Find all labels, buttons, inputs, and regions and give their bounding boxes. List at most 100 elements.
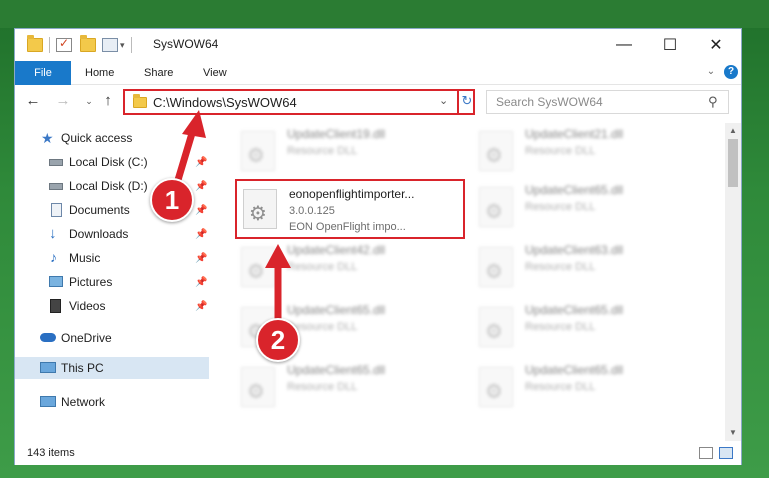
file-type: Resource DLL — [525, 261, 596, 273]
address-path[interactable]: C:\Windows\SysWOW64 — [153, 95, 297, 110]
callout-badge-2: 2 — [256, 318, 300, 362]
downloads-icon: ↓ — [49, 225, 57, 242]
file-item[interactable]: ⚙ UpdateClient65.dll Resource DLL — [473, 359, 703, 419]
file-item[interactable]: ⚙ UpdateClient42.dll Resource DLL — [235, 239, 465, 299]
window-title: SysWOW64 — [153, 37, 219, 51]
file-item[interactable]: ⚙ UpdateClient21.dll Resource DLL — [473, 123, 703, 183]
pin-icon[interactable]: 📌 — [195, 205, 207, 216]
sidebar-item-network[interactable]: Network — [15, 391, 209, 413]
documents-icon — [51, 203, 62, 217]
navigation-pane: ★ Quick access Local Disk (C:) 📌 Local D… — [15, 123, 209, 443]
file-type: Resource DLL — [525, 381, 596, 393]
pin-icon[interactable]: 📌 — [195, 277, 207, 288]
sidebar-item-label: Local Disk (D:) — [69, 179, 148, 193]
pin-icon[interactable]: 📌 — [195, 181, 207, 192]
file-name: UpdateClient19.dll — [287, 127, 386, 141]
folder-icon — [133, 94, 147, 108]
sidebar-item-label: Quick access — [61, 131, 133, 145]
toolbar-separator — [49, 37, 50, 53]
file-type: Resource DLL — [525, 321, 596, 333]
music-icon: ♪ — [50, 249, 57, 265]
search-placeholder: Search SysWOW64 — [496, 95, 603, 109]
file-type: Resource DLL — [525, 145, 596, 157]
file-item[interactable]: ⚙ UpdateClient65.dll Resource DLL — [473, 299, 703, 359]
target-dll-file[interactable]: ⚙ eonopenflightimporter... 3.0.0.125 EON… — [235, 179, 465, 239]
sidebar-item-label: Downloads — [69, 227, 129, 241]
tab-share[interactable]: Share — [144, 61, 173, 85]
recent-locations-button[interactable]: ⌄ — [79, 91, 99, 111]
sidebar-item-downloads[interactable]: ↓ Downloads 📌 — [15, 223, 209, 245]
forward-button[interactable]: → — [53, 91, 73, 111]
up-button[interactable]: ↑ — [98, 91, 118, 111]
sidebar-item-label: This PC — [61, 361, 104, 375]
network-icon — [40, 396, 56, 407]
toolbar-separator — [130, 37, 132, 53]
file-name: UpdateClient65.dll — [525, 303, 624, 317]
pictures-icon — [49, 276, 63, 287]
title-bar: ▾ SysWOW64 — ☐ ✕ — [15, 29, 741, 61]
sidebar-item-quick-access[interactable]: ★ Quick access — [15, 127, 209, 149]
close-button[interactable]: ✕ — [693, 29, 739, 60]
minimize-button[interactable]: — — [601, 29, 647, 60]
pc-icon — [40, 362, 56, 373]
maximize-button[interactable]: ☐ — [647, 29, 693, 60]
new-folder-icon[interactable] — [80, 35, 96, 52]
rename-icon[interactable] — [102, 38, 118, 52]
pin-icon[interactable]: 📌 — [195, 301, 207, 312]
address-bar[interactable]: C:\Windows\SysWOW64 ⌄ ↻ — [123, 89, 475, 115]
details-view-icon[interactable] — [699, 447, 713, 459]
dll-file-icon: ⚙ — [241, 131, 275, 171]
pin-icon[interactable]: 📌 — [195, 253, 207, 264]
dll-file-icon: ⚙ — [241, 247, 275, 287]
file-name: UpdateClient65.dll — [525, 183, 624, 197]
file-name: eonopenflightimporter... — [289, 187, 415, 201]
refresh-button[interactable]: ↻ — [457, 89, 475, 115]
file-item[interactable]: ⚙ UpdateClient65.dll Resource DLL — [473, 179, 703, 239]
file-name: UpdateClient42.dll — [287, 243, 386, 257]
search-input[interactable]: Search SysWOW64 ⚲ — [486, 90, 729, 114]
file-item[interactable]: ⚙ UpdateClient65.dll Resource DLL — [235, 359, 465, 419]
file-list: ⚙ UpdateClient19.dll Resource DLL ⚙ Upda… — [211, 123, 727, 441]
sidebar-item-videos[interactable]: Videos 📌 — [15, 295, 209, 317]
pin-icon[interactable]: 📌 — [195, 229, 207, 240]
search-icon[interactable]: ⚲ — [708, 94, 718, 110]
tiles-view-icon[interactable] — [719, 447, 733, 459]
tab-home[interactable]: Home — [85, 61, 114, 85]
address-row: ← → ⌄ ↑ C:\Windows\SysWOW64 ⌄ ↻ Search S… — [15, 87, 741, 117]
sidebar-item-label: Music — [69, 251, 101, 265]
star-icon: ★ — [41, 130, 54, 146]
sidebar-item-pictures[interactable]: Pictures 📌 — [15, 271, 209, 293]
scroll-up-arrow[interactable]: ▲ — [725, 123, 741, 139]
dll-file-icon: ⚙ — [479, 131, 513, 171]
sidebar-item-onedrive[interactable]: OneDrive — [15, 327, 209, 349]
file-type: Resource DLL — [287, 261, 358, 273]
status-bar: 143 items — [15, 443, 741, 465]
sidebar-item-this-pc[interactable]: This PC — [15, 357, 209, 379]
customize-toolbar-icon[interactable]: ▾ — [120, 40, 125, 51]
back-button[interactable]: ← — [23, 91, 43, 111]
properties-check-icon[interactable] — [56, 36, 72, 52]
file-item[interactable]: ⚙ UpdateClient19.dll Resource DLL — [235, 123, 465, 183]
chevron-down-icon[interactable]: ⌄ — [439, 94, 448, 107]
dll-file-icon: ⚙ — [243, 189, 277, 229]
callout-badge-1: 1 — [150, 178, 194, 222]
file-item[interactable]: ⚙ UpdateClient63.dll Resource DLL — [473, 239, 703, 299]
expand-ribbon-icon[interactable]: ⌄ — [705, 66, 717, 78]
file-name: UpdateClient63.dll — [525, 243, 624, 257]
tab-file[interactable]: File — [15, 61, 71, 85]
sidebar-item-label: Videos — [69, 299, 106, 313]
help-icon[interactable]: ? — [724, 65, 738, 79]
scrollbar-thumb[interactable] — [728, 139, 738, 187]
sidebar-item-music[interactable]: ♪ Music 📌 — [15, 247, 209, 269]
tab-view[interactable]: View — [203, 61, 227, 85]
file-name: UpdateClient65.dll — [525, 363, 624, 377]
scroll-down-arrow[interactable]: ▼ — [725, 425, 741, 441]
vertical-scrollbar[interactable]: ▲ ▼ — [725, 123, 741, 441]
dll-file-icon: ⚙ — [479, 367, 513, 407]
pin-icon[interactable]: 📌 — [195, 157, 207, 168]
file-name: UpdateClient65.dll — [287, 303, 386, 317]
drive-icon — [49, 159, 63, 166]
file-name: UpdateClient21.dll — [525, 127, 624, 141]
folder-icon — [27, 35, 43, 52]
sidebar-item-local-disk-c[interactable]: Local Disk (C:) 📌 — [15, 151, 209, 173]
